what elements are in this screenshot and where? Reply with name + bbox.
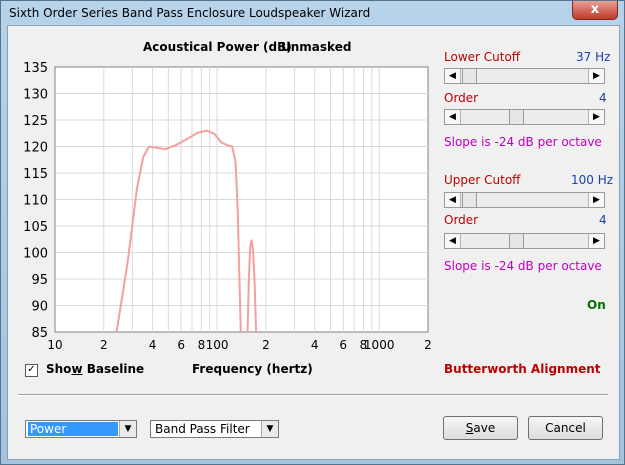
x-tick-label: 8 — [198, 338, 206, 352]
show-baseline-label-post: Baseline — [82, 362, 145, 376]
save-label-rest: ave — [473, 421, 496, 435]
lower-order-thumb[interactable] — [509, 110, 524, 124]
wizard-window: Sixth Order Series Band Pass Enclosure L… — [0, 0, 625, 465]
upper-slope-text: Slope is -24 dB per octave — [444, 259, 602, 273]
lower-cutoff-label: Lower Cutoff — [444, 50, 521, 64]
x-tick-label: 4 — [149, 338, 157, 352]
x-tick-label: 1000 — [364, 338, 395, 352]
y-tick-label: 100 — [23, 247, 48, 262]
lower-order-label: Order — [444, 91, 479, 105]
show-baseline-mnemonic: w — [71, 362, 83, 376]
x-tick-label: 6 — [177, 338, 185, 352]
plot-type-select[interactable]: Power ▼ — [25, 420, 137, 438]
y-tick-label: 130 — [23, 88, 48, 103]
upper-order-value: 4 — [599, 213, 607, 227]
y-axis-tick-labels: 135 130 125 120 115 110 105 100 95 90 85 — [23, 61, 48, 341]
chart-subtitle: Unmasked — [281, 40, 352, 54]
show-baseline-label: Show Baseline — [46, 362, 144, 376]
cancel-button[interactable]: Cancel — [528, 416, 603, 440]
filter-type-select[interactable]: Band Pass Filter ▼ — [150, 420, 279, 438]
lower-cutoff-thumb[interactable] — [462, 69, 477, 83]
upper-cutoff-label: Upper Cutoff — [444, 173, 521, 187]
window-title: Sixth Order Series Band Pass Enclosure L… — [9, 6, 371, 20]
y-tick-label: 135 — [23, 61, 48, 76]
upper-cutoff-value: 100 Hz — [571, 173, 614, 187]
dialog-client: Acoustical Power (dB) Unmasked 135 130 125… — [7, 25, 620, 460]
upper-order-thumb[interactable] — [509, 234, 524, 248]
x-tick-label: 6 — [339, 338, 347, 352]
on-indicator: On — [587, 298, 606, 312]
x-axis-tick-labels: 10 2 4 6 8 100 2 4 6 81000 2 — [47, 338, 431, 352]
separator — [18, 394, 608, 396]
x-tick-label: 4 — [311, 338, 319, 352]
left-arrow-icon[interactable]: ◀ — [445, 234, 461, 248]
upper-cutoff-slider[interactable]: ◀ ▶ — [444, 192, 605, 208]
right-arrow-icon[interactable]: ▶ — [588, 110, 604, 124]
y-tick-label: 85 — [31, 326, 48, 341]
upper-order-slider[interactable]: ◀ ▶ — [444, 233, 605, 249]
show-baseline-label-pre: Sho — [46, 362, 72, 376]
y-tick-label: 125 — [23, 114, 48, 129]
x-tick-label: 2 — [424, 338, 432, 352]
close-button[interactable]: x — [572, 1, 618, 20]
x-tick-label: 2 — [100, 338, 108, 352]
upper-cutoff-thumb[interactable] — [462, 193, 477, 207]
y-tick-label: 90 — [31, 300, 48, 315]
y-tick-label: 95 — [31, 273, 48, 288]
save-button[interactable]: Save — [443, 416, 518, 440]
left-arrow-icon[interactable]: ◀ — [445, 193, 461, 207]
filter-type-value: Band Pass Filter — [155, 422, 250, 436]
lower-slope-text: Slope is -24 dB per octave — [444, 135, 602, 149]
right-arrow-icon[interactable]: ▶ — [588, 193, 604, 207]
left-arrow-icon[interactable]: ◀ — [445, 69, 461, 83]
upper-order-label: Order — [444, 213, 479, 227]
chevron-down-icon[interactable]: ▼ — [119, 421, 136, 437]
x-tick-label: 2 — [262, 338, 270, 352]
right-arrow-icon[interactable]: ▶ — [588, 234, 604, 248]
plot-type-value: Power — [28, 422, 118, 436]
y-tick-label: 110 — [23, 194, 48, 209]
power-chart: 135130125120115110105100959085 10 2 4 6 8 100… — [23, 61, 432, 352]
right-arrow-icon[interactable]: ▶ — [588, 69, 604, 83]
lower-order-value: 4 — [599, 91, 607, 105]
chevron-down-icon[interactable]: ▼ — [261, 421, 278, 437]
lower-order-slider[interactable]: ◀ ▶ — [444, 109, 605, 125]
x-tick-label: 100 — [206, 338, 229, 352]
show-baseline-checkbox[interactable]: ✓ — [25, 364, 38, 377]
left-arrow-icon[interactable]: ◀ — [445, 110, 461, 124]
y-tick-label: 115 — [23, 167, 48, 182]
lower-cutoff-slider[interactable]: ◀ ▶ — [444, 68, 605, 84]
alignment-label: Butterworth Alignment — [444, 362, 601, 376]
x-tick-label: 10 — [47, 338, 62, 352]
x-axis-label: Frequency (hertz) — [192, 362, 313, 376]
y-tick-label: 120 — [23, 141, 48, 156]
title-bar: Sixth Order Series Band Pass Enclosure L… — [1, 1, 624, 25]
chart-title: Acoustical Power (dB) — [143, 40, 292, 54]
y-tick-label: 105 — [23, 220, 48, 235]
lower-cutoff-value: 37 Hz — [576, 50, 611, 64]
